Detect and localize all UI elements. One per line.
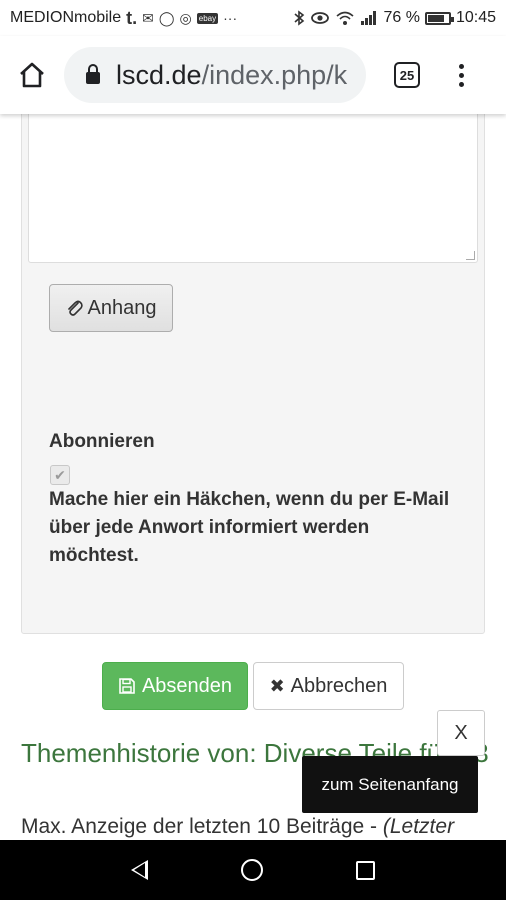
close-overlay-button[interactable]: X <box>437 710 485 756</box>
floppy-disk-icon <box>119 678 135 694</box>
ebay-icon: ebay <box>196 12 219 24</box>
cancel-button[interactable]: ✖ Abbrechen <box>253 662 404 710</box>
subscribe-heading: Abonnieren <box>49 431 155 452</box>
mail-icon: ✉ <box>142 9 154 26</box>
topic-history-subtitle-italic: (Letzter <box>382 815 455 838</box>
topic-history-subtitle: Max. Anzeige der letzten 10 Beiträge - (… <box>21 815 506 839</box>
signal-icon <box>361 11 377 25</box>
system-navigation-bar <box>0 840 506 900</box>
status-bar-right: 76 % 10:45 <box>293 9 496 27</box>
wifi-icon <box>336 11 355 25</box>
screen: MEDIONmobile t. ✉ ◯ ◎ ebay ··· 76 % 10:4… <box>0 0 506 900</box>
subscribe-description: Mache hier ein Häkchen, wenn du per E-Ma… <box>49 489 450 566</box>
carrier-name: MEDIONmobile <box>10 9 122 26</box>
subscribe-checkbox[interactable]: ✔ <box>50 465 70 485</box>
recent-apps-icon[interactable] <box>355 860 375 880</box>
home-circle-icon[interactable] <box>240 859 263 881</box>
address-bar[interactable]: lscd.de/index.php/k <box>64 47 366 103</box>
attach-label: Anhang <box>87 296 157 319</box>
attach-button[interactable]: Anhang <box>49 284 173 332</box>
more-notifications-icon: ··· <box>223 10 238 26</box>
cancel-label: Abbrechen <box>290 674 388 697</box>
close-icon: ✖ <box>269 675 285 696</box>
send-label: Absenden <box>141 674 233 697</box>
url-path: /index.php/k <box>201 59 348 90</box>
home-button[interactable] <box>0 36 64 114</box>
browser-toolbar: lscd.de/index.php/k 25 <box>0 36 506 114</box>
clock: 10:45 <box>455 9 496 26</box>
tab-switcher-button[interactable]: 25 <box>394 62 420 88</box>
message-textarea[interactable] <box>28 100 478 263</box>
scroll-to-top-button[interactable]: zum Seitenanfang <box>302 756 478 813</box>
battery-icon <box>424 11 454 25</box>
circle-icon: ◯ <box>158 9 175 26</box>
eye-icon <box>311 12 330 24</box>
overflow-menu-button[interactable] <box>454 63 468 87</box>
status-bar-left: MEDIONmobile t. ✉ ◯ ◎ ebay ··· <box>10 8 237 29</box>
send-button[interactable]: Absenden <box>102 662 248 710</box>
instagram-icon: ◎ <box>179 9 192 26</box>
checkmark-icon: ✔ <box>54 466 66 483</box>
menu-dot <box>458 63 464 69</box>
battery-percent: 76 % <box>383 9 420 26</box>
status-bar: MEDIONmobile t. ✉ ◯ ◎ ebay ··· 76 % 10:4… <box>0 0 506 36</box>
home-icon <box>20 62 44 88</box>
menu-dot <box>458 81 464 87</box>
back-icon[interactable] <box>131 860 149 880</box>
topic-history-subtitle-text: Max. Anzeige der letzten 10 Beiträge - <box>21 815 383 838</box>
lock-icon <box>86 64 100 84</box>
bluetooth-icon <box>294 10 305 26</box>
t-icon: t. <box>126 7 138 28</box>
menu-dot <box>458 72 464 78</box>
paperclip-icon <box>67 300 83 316</box>
url-host: lscd.de <box>116 59 202 90</box>
